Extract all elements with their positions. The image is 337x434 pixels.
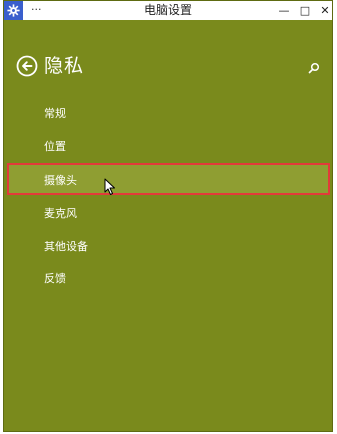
minimize-button[interactable]: — <box>274 1 294 20</box>
nav-item-other-devices[interactable]: 其他设备 <box>44 239 88 255</box>
close-button[interactable]: ✕ <box>315 1 332 20</box>
page-title: 隐私 <box>44 55 85 77</box>
nav-item-location[interactable]: 位置 <box>44 139 66 155</box>
mouse-pointer-icon <box>104 178 116 196</box>
search-icon[interactable] <box>308 59 320 74</box>
back-arrow-circle-icon[interactable] <box>16 55 38 77</box>
nav-item-microphone[interactable]: 麦克风 <box>44 206 77 222</box>
settings-window: ··· 电脑设置 — □ ✕ 隐私 常规 位置 摄像头 麦克风 其他设备 反馈 <box>3 0 333 432</box>
nav-item-camera[interactable]: 摄像头 <box>44 173 77 189</box>
page-header: 隐私 <box>4 51 332 81</box>
nav-item-feedback[interactable]: 反馈 <box>44 271 66 287</box>
nav-item-general[interactable]: 常规 <box>44 106 66 122</box>
title-bar[interactable]: ··· 电脑设置 — □ ✕ <box>4 1 332 20</box>
maximize-button[interactable]: □ <box>295 1 315 20</box>
